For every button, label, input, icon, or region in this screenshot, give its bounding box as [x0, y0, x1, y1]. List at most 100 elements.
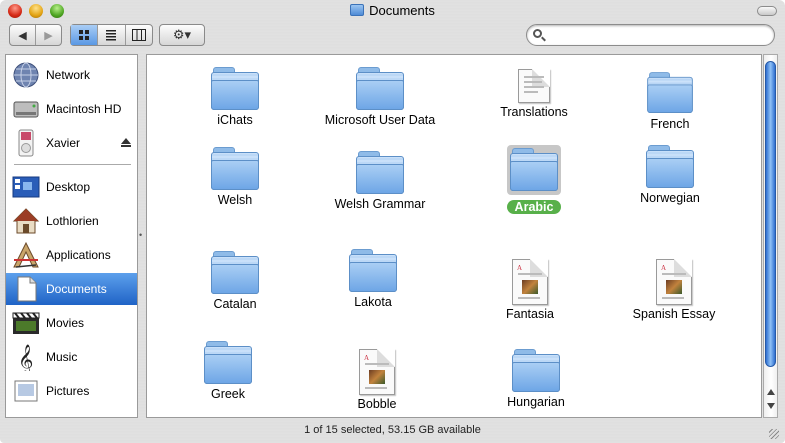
- documents-icon: [12, 275, 40, 303]
- icon-view-button[interactable]: [71, 25, 99, 45]
- folder-icon: [647, 72, 693, 114]
- title-bar[interactable]: Documents: [0, 0, 785, 22]
- sidebar-item-label: Documents: [46, 282, 107, 296]
- file-item-fantasia[interactable]: A Fantasia: [465, 259, 595, 321]
- file-item-ichats[interactable]: iChats: [170, 67, 300, 127]
- column-view-button[interactable]: [126, 25, 152, 45]
- folder-icon: [350, 4, 365, 16]
- list-view-button[interactable]: [98, 25, 126, 45]
- gear-icon: ⚙▾: [172, 27, 192, 42]
- sidebar-item-label: Network: [46, 68, 91, 82]
- search-input[interactable]: [549, 28, 764, 42]
- file-name: Hungarian: [507, 395, 565, 409]
- file-item-french[interactable]: French: [605, 71, 735, 131]
- sidebar-item-xavier[interactable]: Xavier: [6, 127, 137, 159]
- sidebar-item-label: Movies: [46, 316, 85, 330]
- file-item-bobble[interactable]: A Bobble: [312, 349, 442, 411]
- sidebar-item-lothlorien[interactable]: Lothlorien: [6, 205, 137, 237]
- file-item-translations[interactable]: Translations: [469, 69, 599, 119]
- file-name: Bobble: [357, 397, 397, 411]
- file-name: iChats: [217, 113, 253, 127]
- file-name: Greek: [210, 387, 246, 401]
- sidebar-item-macintosh-hd[interactable]: Macintosh HD: [6, 93, 137, 125]
- file-item-arabic[interactable]: Arabic: [469, 145, 599, 214]
- sidebar-item-label: Pictures: [46, 384, 90, 398]
- scroll-down-arrow-icon[interactable]: [767, 403, 775, 409]
- sidebar-item-documents[interactable]: Documents: [6, 273, 137, 305]
- sidebar-item-label: Xavier: [46, 136, 81, 150]
- back-arrow-icon: ◀: [18, 29, 27, 42]
- forward-arrow-icon: ▶: [44, 29, 53, 42]
- file-item-spanish-essay[interactable]: A Spanish Essay: [609, 259, 739, 321]
- window-title-container: Documents: [0, 3, 785, 18]
- window-title: Documents: [369, 3, 435, 18]
- text-document-icon: [518, 69, 550, 103]
- sidebar-resize-handle[interactable]: •: [139, 230, 142, 240]
- toolbar-toggle-button[interactable]: [757, 6, 777, 16]
- back-button[interactable]: ◀: [10, 25, 36, 45]
- folder-icon: [356, 151, 404, 195]
- sidebar-item-pictures[interactable]: Pictures: [6, 375, 137, 407]
- file-name: Welsh: [217, 193, 253, 207]
- file-name: Microsoft User Data: [324, 113, 436, 127]
- file-item-norwegian[interactable]: Norwegian: [605, 145, 735, 205]
- sidebar-item-label: Applications: [46, 248, 111, 262]
- sidebar-item-desktop[interactable]: Desktop: [6, 171, 137, 203]
- file-name: Catalan: [213, 297, 257, 311]
- file-item-welsh-grammar[interactable]: Welsh Grammar: [315, 151, 445, 211]
- sidebar: Network Macintosh HD Xavier Desktop Loth…: [5, 54, 138, 418]
- folder-icon: [211, 67, 259, 111]
- search-field[interactable]: [526, 24, 775, 46]
- sidebar-item-label: Music: [46, 350, 78, 364]
- picture-document-icon: A: [656, 259, 692, 305]
- picture-document-icon: A: [359, 349, 395, 395]
- svg-text:𝄞: 𝄞: [18, 344, 33, 371]
- sidebar-divider: [14, 164, 131, 165]
- sidebar-item-network[interactable]: Network: [6, 59, 137, 91]
- file-name: Lakota: [354, 295, 392, 309]
- desktop-icon: [12, 173, 40, 201]
- music-icon: 𝄞: [12, 343, 40, 376]
- resize-grip-icon[interactable]: [769, 429, 779, 439]
- file-name: Norwegian: [640, 191, 700, 205]
- eject-icon[interactable]: [121, 138, 131, 147]
- file-name: Spanish Essay: [632, 307, 716, 321]
- file-name: Fantasia: [506, 307, 554, 321]
- sidebar-item-applications[interactable]: Applications: [6, 239, 137, 271]
- action-menu-button[interactable]: ⚙▾: [159, 24, 205, 46]
- scroll-up-arrow-icon[interactable]: [767, 389, 775, 395]
- file-name-selected: Arabic: [469, 200, 599, 214]
- file-name: Arabic: [506, 200, 562, 214]
- forward-button[interactable]: ▶: [36, 25, 61, 45]
- folder-icon: [211, 251, 259, 295]
- search-icon: [533, 29, 542, 38]
- file-item-greek[interactable]: Greek: [163, 341, 293, 401]
- folder-icon: [204, 341, 252, 385]
- scrollbar-thumb[interactable]: [765, 61, 776, 367]
- vertical-scrollbar[interactable]: [763, 54, 778, 418]
- file-item-welsh[interactable]: Welsh: [170, 147, 300, 207]
- folder-icon: [356, 67, 404, 111]
- file-item-microsoft-user-data[interactable]: Microsoft User Data: [315, 67, 445, 127]
- sidebar-item-music[interactable]: 𝄞 Music: [6, 341, 137, 376]
- sidebar-item-label: Desktop: [46, 180, 91, 194]
- sidebar-item-label: Lothlorien: [46, 214, 99, 228]
- icon-view-icon: [79, 30, 90, 40]
- file-name: Welsh Grammar: [334, 197, 426, 211]
- file-item-hungarian[interactable]: Hungarian: [471, 349, 601, 409]
- file-item-catalan[interactable]: Catalan: [170, 251, 300, 311]
- finder-window: Documents ◀ ▶ ⚙▾ Network Macintosh HD Xa…: [0, 0, 785, 443]
- picture-document-icon: A: [512, 259, 548, 305]
- view-mode-control: [70, 24, 153, 46]
- folder-icon: [211, 147, 259, 191]
- back-forward-control: ◀ ▶: [9, 24, 62, 46]
- ipod-icon: [12, 129, 40, 157]
- status-bar: 1 of 15 selected, 53.15 GB available: [304, 424, 481, 436]
- file-item-lakota[interactable]: Lakota: [308, 249, 438, 309]
- sidebar-item-movies[interactable]: Movies: [6, 307, 137, 339]
- sidebar-item-label: Macintosh HD: [46, 102, 122, 116]
- list-view-icon: [106, 30, 117, 41]
- applications-icon: [12, 241, 40, 269]
- home-icon: [12, 207, 40, 235]
- network-globe-icon: [12, 61, 40, 89]
